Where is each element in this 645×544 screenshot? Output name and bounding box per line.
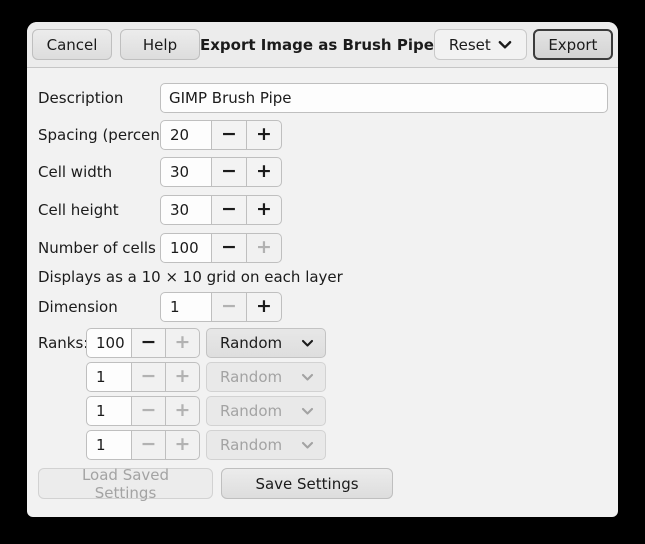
grid-note: Displays as a 10 × 10 grid on each layer	[38, 268, 343, 286]
rank-1-mode-select[interactable]: Random	[206, 328, 326, 358]
num-cells-input[interactable]	[160, 233, 212, 263]
reset-button[interactable]: Reset	[434, 29, 527, 60]
dimension-row: Dimension − +	[38, 292, 608, 322]
plus-icon: +	[256, 236, 272, 258]
spacing-label: Spacing (percent)	[38, 126, 160, 144]
cell-width-row: Cell width − +	[38, 157, 608, 187]
rank-1-mode-value: Random	[220, 334, 282, 352]
rank-2-increment-button: +	[165, 362, 200, 392]
chevron-down-icon	[301, 339, 314, 348]
cell-width-input[interactable]	[160, 157, 212, 187]
num-cells-decrement-button[interactable]: −	[211, 233, 247, 263]
minus-icon: −	[141, 399, 157, 421]
minus-icon: −	[221, 160, 237, 182]
rank-4-mode-select: Random	[206, 430, 326, 460]
dimension-increment-button[interactable]: +	[246, 292, 282, 322]
spacing-input[interactable]	[160, 120, 212, 150]
rank-1-spinbox: − +	[86, 328, 200, 358]
rank-4-spinbox: − +	[86, 430, 200, 460]
cell-height-decrement-button[interactable]: −	[211, 195, 247, 225]
plus-icon: +	[175, 399, 191, 421]
description-input[interactable]	[160, 83, 608, 113]
cell-height-input[interactable]	[160, 195, 212, 225]
rank-row-1: Ranks: − + Random	[38, 328, 608, 358]
rank-1-increment-button: +	[165, 328, 200, 358]
settings-footer: Load Saved Settings Save Settings	[38, 468, 608, 499]
dialog-title: Export Image as Brush Pipe	[200, 36, 434, 54]
rank-1-input[interactable]	[86, 328, 132, 358]
rank-4-decrement-button: −	[131, 430, 166, 460]
spacing-increment-button[interactable]: +	[246, 120, 282, 150]
num-cells-label: Number of cells	[38, 239, 160, 257]
plus-icon: +	[256, 198, 272, 220]
export-button[interactable]: Export	[533, 29, 613, 60]
plus-icon: +	[256, 123, 272, 145]
cell-width-increment-button[interactable]: +	[246, 157, 282, 187]
rank-2-decrement-button: −	[131, 362, 166, 392]
rank-1-decrement-button[interactable]: −	[131, 328, 166, 358]
spacing-row: Spacing (percent) − +	[38, 120, 608, 150]
plus-icon: +	[256, 295, 272, 317]
cell-height-label: Cell height	[38, 201, 160, 219]
help-button[interactable]: Help	[120, 29, 200, 60]
save-settings-button[interactable]: Save Settings	[221, 468, 393, 499]
rank-row-3: − + Random	[38, 396, 608, 426]
plus-icon: +	[175, 365, 191, 387]
cell-height-spinbox: − +	[160, 195, 282, 225]
rank-4-mode-value: Random	[220, 436, 282, 454]
load-saved-settings-button: Load Saved Settings	[38, 468, 213, 499]
reset-label: Reset	[449, 36, 491, 54]
chevron-down-icon	[498, 40, 512, 50]
minus-icon: −	[141, 433, 157, 455]
rank-2-input[interactable]	[86, 362, 132, 392]
spacing-decrement-button[interactable]: −	[211, 120, 247, 150]
description-row: Description	[38, 83, 608, 113]
rank-3-decrement-button: −	[131, 396, 166, 426]
rank-3-input[interactable]	[86, 396, 132, 426]
header-bar: Cancel Help Export Image as Brush Pipe R…	[27, 22, 618, 68]
rank-3-increment-button: +	[165, 396, 200, 426]
cell-width-label: Cell width	[38, 163, 160, 181]
cell-height-increment-button[interactable]: +	[246, 195, 282, 225]
plus-icon: +	[175, 331, 191, 353]
chevron-down-icon	[301, 441, 314, 450]
export-brush-pipe-dialog: Cancel Help Export Image as Brush Pipe R…	[27, 22, 618, 517]
description-label: Description	[38, 89, 160, 107]
minus-icon: −	[221, 123, 237, 145]
minus-icon: −	[221, 236, 237, 258]
dimension-decrement-button: −	[211, 292, 247, 322]
cell-height-row: Cell height − +	[38, 195, 608, 225]
minus-icon: −	[221, 295, 237, 317]
rank-2-spinbox: − +	[86, 362, 200, 392]
rank-row-4: − + Random	[38, 430, 608, 460]
rank-2-mode-select: Random	[206, 362, 326, 392]
rank-4-input[interactable]	[86, 430, 132, 460]
plus-icon: +	[256, 160, 272, 182]
rank-2-mode-value: Random	[220, 368, 282, 386]
cancel-button[interactable]: Cancel	[32, 29, 112, 60]
dimension-spinbox: − +	[160, 292, 282, 322]
rank-4-increment-button: +	[165, 430, 200, 460]
cell-width-spinbox: − +	[160, 157, 282, 187]
dimension-label: Dimension	[38, 298, 160, 316]
cell-width-decrement-button[interactable]: −	[211, 157, 247, 187]
minus-icon: −	[221, 198, 237, 220]
chevron-down-icon	[301, 373, 314, 382]
num-cells-spinbox: − +	[160, 233, 282, 263]
chevron-down-icon	[301, 407, 314, 416]
rank-3-mode-value: Random	[220, 402, 282, 420]
rank-3-mode-select: Random	[206, 396, 326, 426]
plus-icon: +	[175, 433, 191, 455]
rank-3-spinbox: − +	[86, 396, 200, 426]
ranks-label: Ranks:	[38, 334, 86, 352]
dimension-input[interactable]	[160, 292, 212, 322]
num-cells-row: Number of cells − +	[38, 233, 608, 263]
minus-icon: −	[141, 331, 157, 353]
dialog-content: Description Spacing (percent) − + Cell w…	[27, 68, 618, 499]
num-cells-increment-button: +	[246, 233, 282, 263]
rank-row-2: − + Random	[38, 362, 608, 392]
minus-icon: −	[141, 365, 157, 387]
spacing-spinbox: − +	[160, 120, 282, 150]
grid-note-row: Displays as a 10 × 10 grid on each layer	[38, 268, 608, 286]
